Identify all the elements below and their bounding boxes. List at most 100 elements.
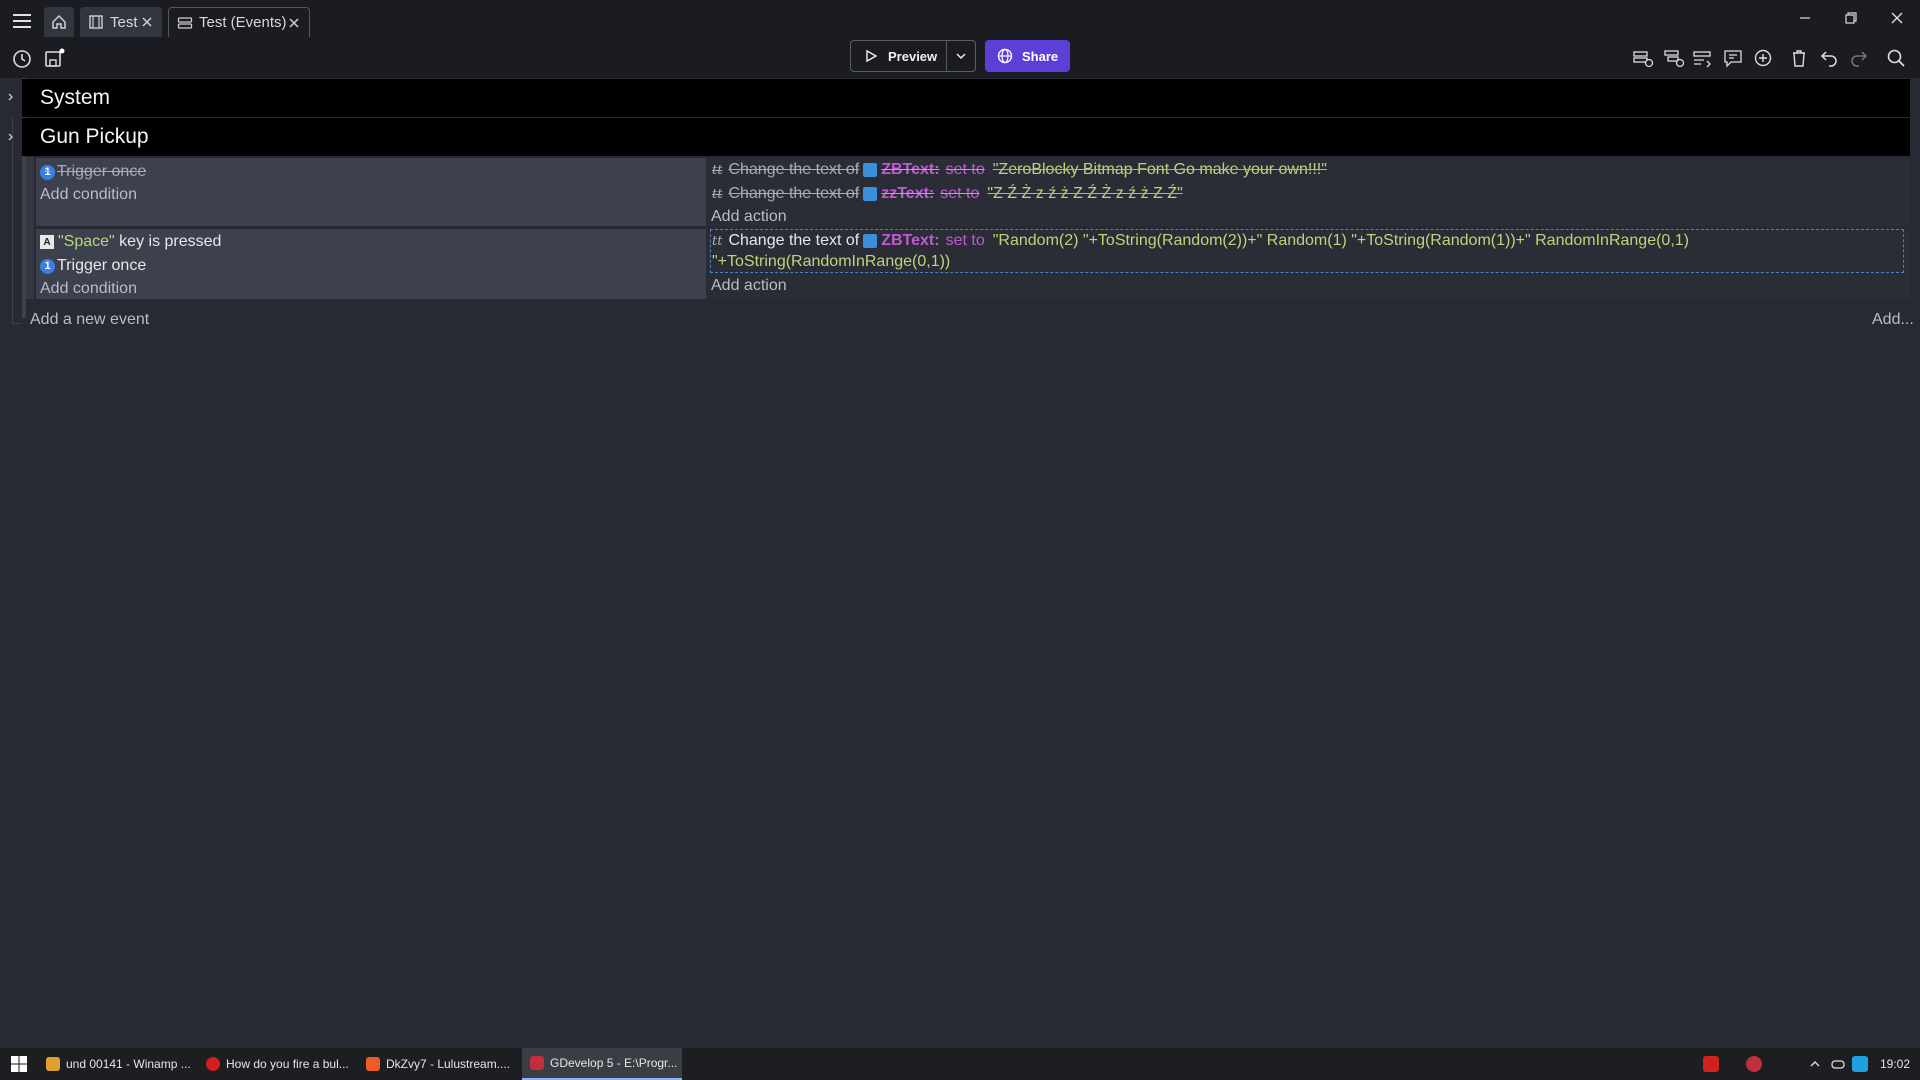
action-prefix: Change the text of [728,232,860,249]
tray-app-icon[interactable] [1703,1056,1719,1072]
condition-key-pressed[interactable]: A "Space" key is pressed [40,232,221,252]
delete-icon[interactable] [1788,47,1810,69]
scene-icon [89,15,103,29]
clock: 19:02 [1880,1057,1911,1071]
share-button[interactable]: Share [985,40,1070,72]
tray-app-icon[interactable] [1746,1056,1762,1072]
object-name: ZBText: [881,161,940,178]
taskbar-item-winamp[interactable]: und 00141 - Winamp ... [38,1048,194,1080]
taskbar-label: GDevelop 5 - E:\Progr... [550,1056,678,1070]
taskbar-item-browser[interactable]: How do you fire a bul... [198,1048,354,1080]
condition-trigger-once[interactable]: 1 Trigger once [40,162,146,182]
taskbar: und 00141 - Winamp ... How do you fire a… [0,1048,1920,1080]
history-icon[interactable] [10,47,34,71]
add-comment-icon[interactable] [1722,47,1744,69]
add-more-link[interactable]: Add... [1872,310,1914,330]
winamp-icon [46,1057,60,1071]
taskbar-item-brave[interactable]: DkZvy7 - Lulustream.... [358,1048,514,1080]
add-subevent-icon[interactable] [1663,47,1685,69]
share-label: Share [1022,48,1059,64]
condition-text: Trigger once [57,257,147,274]
group-title: Gun Pickup [40,125,149,148]
preview-button[interactable]: Preview [851,41,948,71]
trigger-once-icon: 1 [40,164,55,180]
keyboard-key-icon: A [40,235,54,249]
object-name: zzText: [881,185,935,202]
add-action-link[interactable]: Add action [711,276,787,296]
home-icon [52,14,66,29]
tray-app-icon[interactable] [1862,1056,1868,1072]
gdevelop-icon [530,1056,544,1070]
taskbar-item-gdevelop[interactable]: GDevelop 5 - E:\Progr... [522,1048,682,1080]
add-event-icon[interactable] [1632,47,1654,69]
set-to: set to [940,185,980,202]
tree-line [12,323,22,324]
text-icon: tt [712,233,723,249]
add-new-event-link[interactable]: Add a new event [30,310,149,330]
globe-icon [997,48,1013,64]
tab-test-events[interactable]: Test (Events) [168,7,310,37]
taskbar-label: und 00141 - Winamp ... [66,1057,191,1071]
preview-label: Preview [888,48,938,64]
text-icon: tt [712,162,723,178]
chevron-down-icon [956,53,966,60]
redo-icon[interactable] [1848,47,1870,69]
add-action-link[interactable]: Add action [711,207,787,227]
key-name: "Space" [58,233,115,250]
text-object-icon [863,187,878,201]
tab-test[interactable]: Test [80,7,162,37]
close-window-icon[interactable] [1885,6,1909,30]
condition-trigger-once[interactable]: 1 Trigger once [40,256,146,276]
tree-line [12,118,13,324]
set-to: set to [945,161,985,178]
chevron-up-icon[interactable] [1807,1056,1823,1072]
event-group-system[interactable]: System [22,79,1910,117]
taskbar-label: How do you fire a bul... [226,1057,349,1071]
set-to: set to [945,232,985,249]
action-change-text-selected[interactable]: tt Change the text of ZBText: set to "Ra… [712,231,1689,251]
undo-icon[interactable] [1818,47,1840,69]
gamepad-icon[interactable] [1830,1056,1846,1072]
event-group-gun-pickup[interactable]: Gun Pickup [22,118,1910,156]
action-prefix: Change the text of [728,161,860,178]
text-object-icon [863,234,878,248]
add-other-icon[interactable] [1752,47,1774,69]
action-change-text[interactable]: tt Change the text of zzText: set to "Z … [712,184,1183,204]
action-value: "Z Ź Ż z ź ż Z Ź Ż z ź ż Z Ź" [987,185,1183,202]
preview-options-button[interactable] [947,41,975,71]
preview-group: Preview [850,40,976,72]
toolbar: Preview Share [0,40,1920,78]
restore-icon[interactable] [1839,6,1863,30]
chevron-right-icon[interactable] [6,91,16,103]
chevron-right-icon[interactable] [6,131,16,143]
close-tab-icon[interactable] [140,15,154,29]
taskbar-label: DkZvy7 - Lulustream.... [386,1057,511,1071]
condition-text: key is pressed [114,233,222,250]
add-condition-link[interactable]: Add condition [40,279,137,299]
trigger-once-icon: 1 [40,258,55,274]
tab-label: Test (Events) [199,14,287,31]
condition-text: Trigger once [57,163,147,180]
action-value-line-2: "+ToString(RandomInRange(0,1)) [712,253,951,270]
brave-icon [366,1057,380,1071]
minimize-icon[interactable] [1793,6,1817,30]
play-icon [866,49,878,63]
search-icon[interactable] [1885,47,1907,69]
menu-icon[interactable] [10,9,34,33]
action-change-text[interactable]: tt Change the text of ZBText: set to "Ze… [712,160,1327,180]
add-group-icon[interactable] [1692,47,1714,69]
home-tab[interactable] [44,7,74,37]
close-tab-icon[interactable] [287,16,301,30]
save-icon[interactable] [42,47,66,71]
action-value-line-1: "Random(2) "+ToString(Random(2))+" Rando… [992,232,1689,249]
action-value: "ZeroBlocky Bitmap Font Go make your own… [992,161,1327,178]
text-object-icon [863,163,878,177]
tab-label: Test [110,13,138,31]
tree-line [26,157,34,299]
windows-start-icon[interactable] [10,1055,28,1073]
group-title: System [40,86,111,109]
object-name: ZBText: [881,232,940,249]
title-bar: Test Test (Events) [0,0,1920,40]
opera-icon [206,1057,220,1071]
add-condition-link[interactable]: Add condition [40,185,137,205]
